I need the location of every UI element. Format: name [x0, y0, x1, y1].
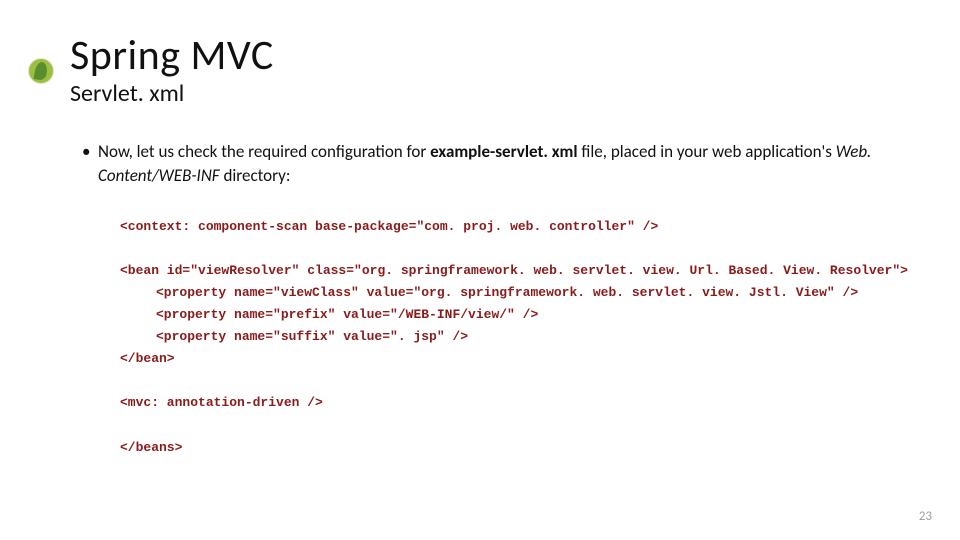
logo-circle: [28, 58, 54, 84]
code-line-4: <property name="prefix" value="/WEB-INF/…: [120, 304, 900, 326]
code-blank: [120, 370, 900, 392]
code-line-2: <bean id="viewResolver" class="org. spri…: [120, 260, 900, 282]
title-block: Spring MVC Servlet. xml: [70, 30, 900, 108]
bullet-list: Now, let us check the required configura…: [82, 140, 900, 188]
leaf-icon: [34, 61, 49, 81]
bullet-text-mid: file, placed in your web application's: [578, 141, 836, 162]
code-line-3: <property name="viewClass" value="org. s…: [120, 282, 900, 304]
bullet-text-tail: directory:: [220, 165, 291, 186]
code-line-7: <mvc: annotation-driven />: [120, 392, 900, 414]
code-block: <context: component-scan base-package="c…: [120, 216, 900, 459]
code-blank: [120, 414, 900, 436]
code-line-1: <context: component-scan base-package="c…: [120, 216, 900, 238]
bullet-item: Now, let us check the required configura…: [82, 140, 900, 188]
code-line-5: <property name="suffix" value=". jsp" />: [120, 326, 900, 348]
code-line-8: </beans>: [120, 437, 900, 459]
bullet-text-lead: Now, let us check the required configura…: [98, 141, 430, 162]
spring-logo: [28, 58, 56, 86]
bullet-text-bold: example-servlet. xml: [430, 141, 577, 162]
page-subtitle: Servlet. xml: [70, 79, 900, 108]
code-line-6: </bean>: [120, 348, 900, 370]
slide: Spring MVC Servlet. xml Now, let us chec…: [0, 0, 960, 540]
page-title: Spring MVC: [70, 30, 900, 81]
code-blank: [120, 238, 900, 260]
page-number: 23: [919, 509, 932, 524]
